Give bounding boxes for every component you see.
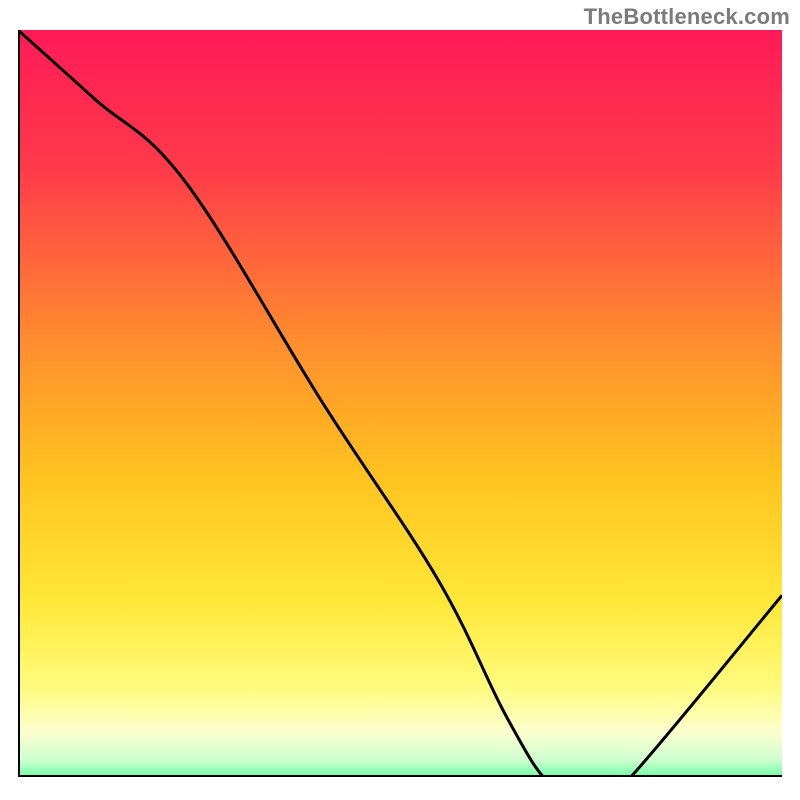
x-axis — [18, 775, 782, 777]
bottleneck-curve — [18, 30, 782, 775]
watermark-label: TheBottleneck.com — [584, 4, 790, 30]
plot-area — [18, 30, 782, 775]
curve-layer — [18, 30, 782, 775]
y-axis — [18, 30, 20, 775]
chart-container: TheBottleneck.com — [0, 0, 800, 800]
